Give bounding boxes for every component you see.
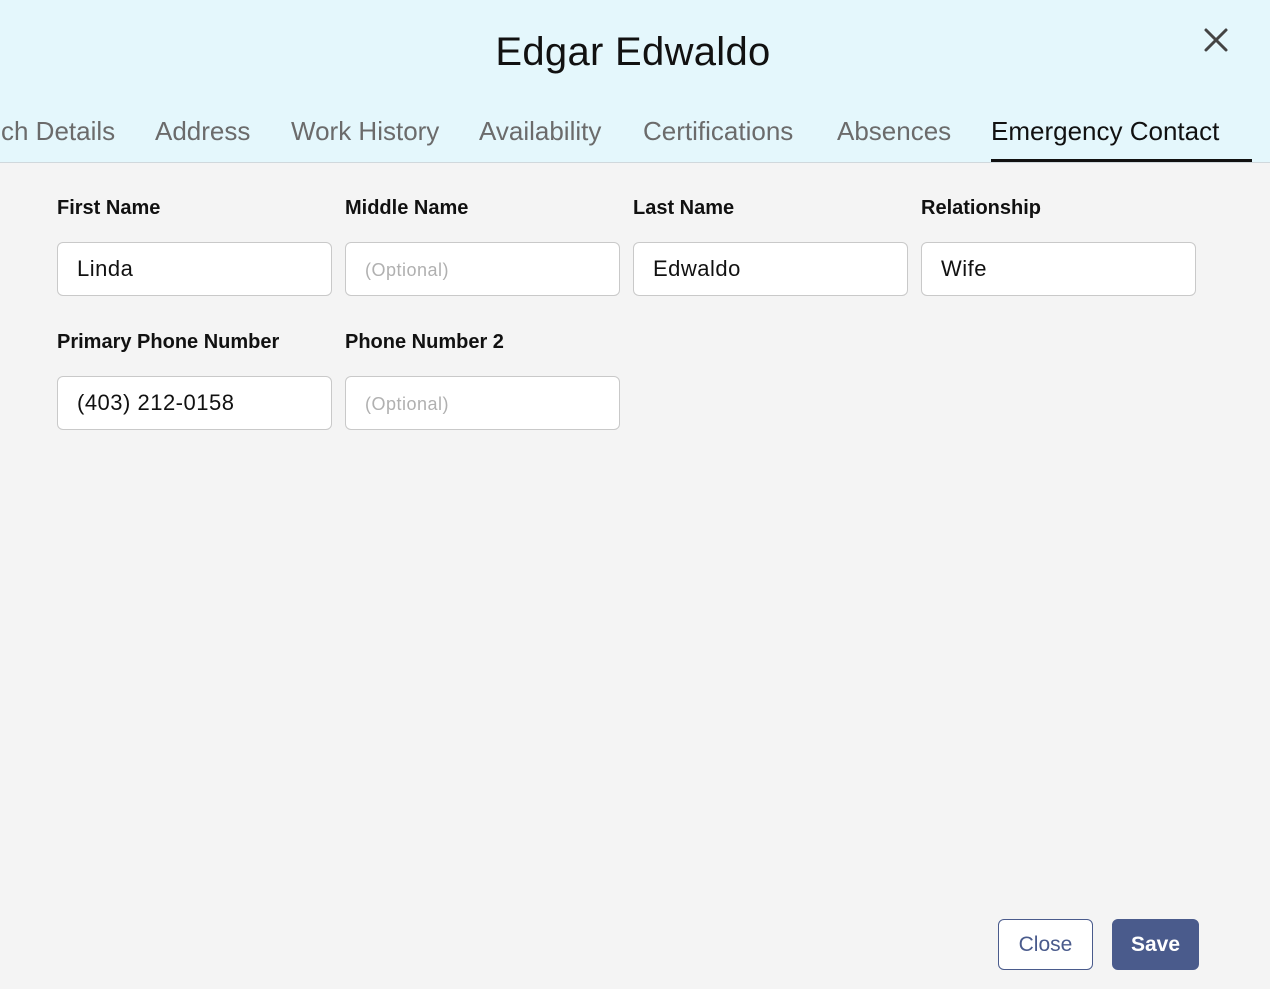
- first-name-label: First Name: [57, 197, 161, 219]
- relationship-label: Relationship: [921, 197, 1042, 219]
- last-name-label: Last Name: [633, 197, 735, 219]
- primary-phone-label: Primary Phone Number: [57, 331, 280, 353]
- tab-emergency-contact[interactable]: Emergency Contact: [991, 116, 1219, 147]
- tab-bar: ch Details Address Work History Availabi…: [0, 110, 1270, 163]
- tab-details[interactable]: ch Details: [1, 116, 115, 147]
- tab-absences[interactable]: Absences: [837, 116, 951, 147]
- tab-address[interactable]: Address: [155, 116, 250, 147]
- close-button[interactable]: Close: [998, 919, 1093, 970]
- tab-certifications[interactable]: Certifications: [643, 116, 793, 147]
- tab-work-history[interactable]: Work History: [291, 116, 439, 147]
- last-name-input[interactable]: [633, 242, 908, 296]
- relationship-input[interactable]: [921, 242, 1196, 296]
- middle-name-label: Middle Name: [345, 197, 469, 219]
- close-icon[interactable]: [1196, 20, 1236, 60]
- dialog-title: Edgar Edwaldo: [495, 30, 771, 74]
- active-tab-indicator: [991, 159, 1252, 162]
- save-button[interactable]: Save: [1112, 919, 1199, 970]
- middle-name-input[interactable]: [345, 242, 620, 296]
- dialog-header: Edgar Edwaldo ch Details Address Work Hi…: [0, 0, 1270, 163]
- first-name-input[interactable]: [57, 242, 332, 296]
- primary-phone-input[interactable]: [57, 376, 332, 430]
- phone-2-input[interactable]: [345, 376, 620, 430]
- employee-dialog: Edgar Edwaldo ch Details Address Work Hi…: [0, 0, 1270, 989]
- tab-availability[interactable]: Availability: [479, 116, 601, 147]
- phone-2-label: Phone Number 2: [345, 331, 504, 353]
